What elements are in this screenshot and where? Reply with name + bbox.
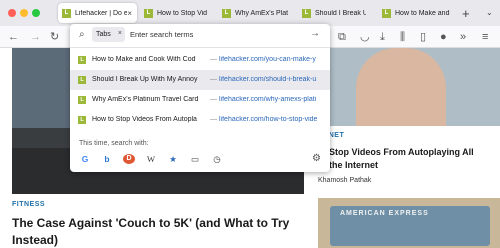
account-icon[interactable]: ● <box>440 29 447 45</box>
result-separator: — <box>210 96 217 103</box>
tab-label: Lifehacker | Do e <box>75 9 128 17</box>
chip-label: Tabs <box>96 31 111 38</box>
tab-label: Why AmEx's Plat <box>235 9 289 17</box>
tabs-search-mode-chip[interactable]: Tabs × <box>92 27 125 42</box>
sidebar-icon[interactable]: ▯ <box>420 29 426 45</box>
go-arrow-icon[interactable]: → <box>310 28 320 39</box>
result-url: lifehacker.com/should-i-break-u <box>219 76 317 83</box>
bookmarks-star-icon[interactable]: ★ <box>167 154 179 164</box>
result-row-selected[interactable]: L Should I Break Up With My Annoy — life… <box>70 70 330 90</box>
close-tab-icon[interactable]: × <box>127 9 132 18</box>
wikipedia-icon[interactable]: W <box>145 154 157 164</box>
chip-close-icon[interactable]: × <box>118 30 122 37</box>
app-menu-icon[interactable]: ≡ <box>482 29 488 45</box>
close-window-button[interactable] <box>8 9 16 17</box>
lifehacker-favicon-icon: L <box>78 76 86 84</box>
result-row[interactable]: L Why AmEx's Platinum Travel Card — life… <box>70 90 330 110</box>
tab-how-to-stop-videos[interactable]: L How to Stop Vid <box>140 3 210 23</box>
tab-label: Should I Break U <box>315 9 366 17</box>
result-separator: — <box>210 56 217 63</box>
lifehacker-favicon-icon: L <box>144 8 153 18</box>
duckduckgo-icon[interactable]: D <box>123 154 135 164</box>
history-icon[interactable]: ◷ <box>211 154 223 164</box>
minimize-window-button[interactable] <box>20 9 28 17</box>
result-url: lifehacker.com/why-amexs-plati <box>219 96 317 103</box>
tabs-icon[interactable]: ▭ <box>189 154 201 164</box>
download-icon[interactable]: ⤓ <box>380 29 385 45</box>
divider <box>70 47 330 48</box>
lifehacker-favicon-icon: L <box>382 8 391 18</box>
article-author[interactable]: Khamosh Pathak <box>318 177 371 184</box>
tab-strip: L Lifehacker | Do e × L How to Stop Vid … <box>0 0 500 26</box>
result-title: Why AmEx's Platinum Travel Card <box>92 96 199 103</box>
result-title: Should I Break Up With My Annoy <box>92 76 198 83</box>
result-url: lifehacker.com/you-can-make-y <box>219 56 316 63</box>
tab-label: How to Make and <box>395 9 450 17</box>
lifehacker-favicon-icon: L <box>78 56 86 64</box>
google-icon[interactable]: G <box>79 154 91 164</box>
lifehacker-favicon-icon: L <box>78 116 86 124</box>
bing-icon[interactable]: b <box>101 154 113 164</box>
library-icon[interactable]: ⫼ <box>400 29 405 45</box>
urlbar-dropdown: ⌕ Tabs × → L How to Make and Cook With C… <box>70 24 330 172</box>
search-icon: ⌕ <box>79 29 85 40</box>
reload-icon[interactable]: ↻ <box>50 29 59 45</box>
urlbar: ⌕ Tabs × → <box>70 24 330 46</box>
new-tab-button[interactable]: + <box>462 6 470 21</box>
lifehacker-favicon-icon: L <box>302 8 311 18</box>
result-separator: — <box>210 76 217 83</box>
back-icon[interactable]: ← <box>8 29 19 45</box>
hero-image-right[interactable] <box>316 48 500 126</box>
result-url: lifehacker.com/how-to-stop-vide <box>219 116 318 123</box>
list-all-tabs-icon[interactable]: ⌄ <box>486 8 493 17</box>
result-title: How to Stop Videos From Autopla <box>92 116 197 123</box>
result-row[interactable]: L How to Make and Cook With Cod — lifeha… <box>70 50 330 70</box>
tab-label: How to Stop Vid <box>157 9 208 17</box>
thumbnail-text: AMERICAN EXPRESS <box>340 210 429 217</box>
result-title: How to Make and Cook With Cod <box>92 56 196 63</box>
overflow-chevron-icon[interactable]: » <box>460 29 466 45</box>
lifehacker-favicon-icon: L <box>222 8 231 18</box>
search-settings-gear-icon[interactable]: ⚙ <box>312 153 321 164</box>
article-headline-left-line2[interactable]: Instead) <box>12 233 58 247</box>
result-row[interactable]: L How to Stop Videos From Autopla — life… <box>70 110 330 130</box>
tab-amex-platinum[interactable]: L Why AmEx's Plat <box>218 3 296 23</box>
urlbar-input[interactable] <box>130 27 300 42</box>
zoom-window-button[interactable] <box>32 9 40 17</box>
lifehacker-favicon-icon: L <box>78 96 86 104</box>
forward-icon[interactable]: → <box>30 29 41 45</box>
tab-lifehacker[interactable]: L Lifehacker | Do e × <box>58 3 137 23</box>
article-headline-right-line1[interactable]: to Stop Videos From Autoplaying All <box>318 147 474 157</box>
result-separator: — <box>210 116 217 123</box>
article-category-left[interactable]: FITNESS <box>12 201 45 208</box>
tab-should-i-break-up[interactable]: L Should I Break U <box>298 3 366 23</box>
lifehacker-favicon-icon: L <box>62 8 71 18</box>
pocket-icon[interactable]: ◡ <box>360 29 370 45</box>
search-engines-label: This time, search with: <box>79 140 149 147</box>
article-thumbnail[interactable]: AMERICAN EXPRESS <box>318 198 500 248</box>
article-headline-left-line1[interactable]: The Case Against 'Couch to 5K' (and What… <box>12 216 289 230</box>
tab-how-to-make[interactable]: L How to Make and <box>378 3 452 23</box>
extension-icon[interactable]: ⧉ <box>338 29 346 45</box>
